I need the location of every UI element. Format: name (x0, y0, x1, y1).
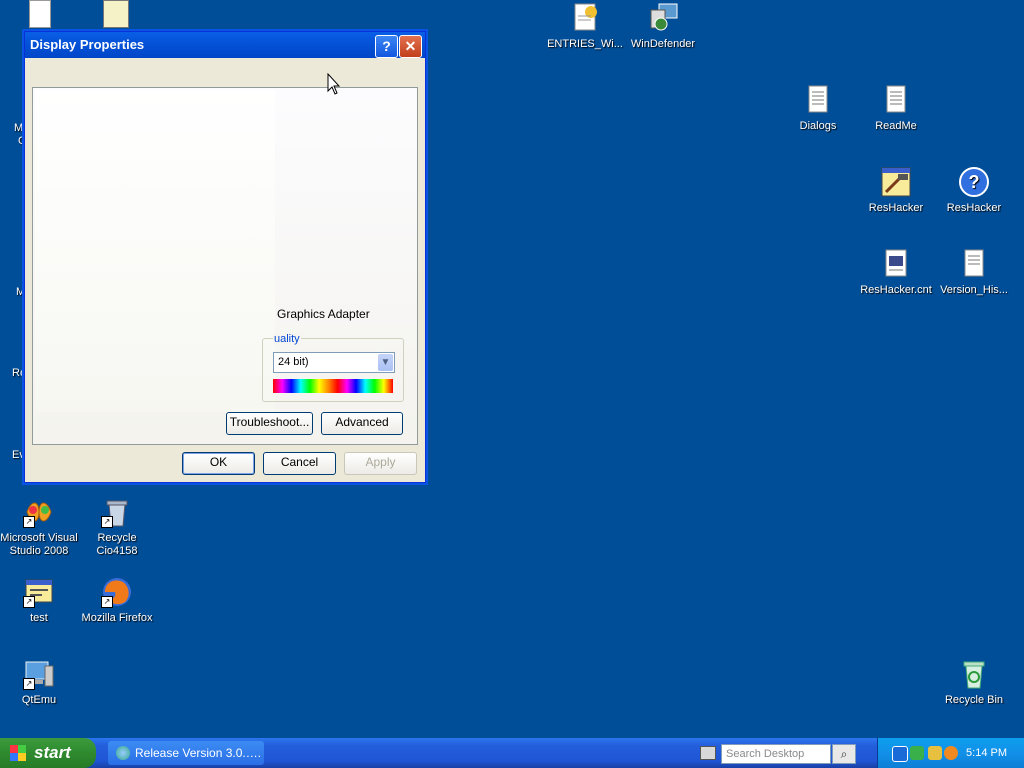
clock[interactable]: 5:14 PM (966, 738, 1007, 768)
help-button[interactable]: ? (375, 35, 398, 58)
shortcut-arrow-icon: ↗ (23, 516, 35, 528)
start-button[interactable]: start (0, 738, 96, 768)
troubleshoot-button[interactable]: Troubleshoot... (226, 412, 313, 435)
desktop-icon-label: Recycle Bin (944, 694, 1004, 706)
desktop-icon-firefox[interactable]: ↗ Mozilla Firefox (77, 576, 157, 625)
desktop-edge-text: Ev (12, 449, 25, 461)
desktop-icon-version-history[interactable]: Version_His... (934, 248, 1014, 297)
desktop-icon-label: test (30, 612, 48, 624)
taskbar: start Release Version 3.0.…. Search Desk… (0, 738, 1024, 768)
desktop-icon-partial[interactable] (0, 0, 80, 30)
svg-text:?: ? (969, 172, 980, 192)
apply-button[interactable]: Apply (344, 452, 417, 475)
dialog-title: Display Properties (30, 37, 145, 52)
desktop-icon-reshacker-help[interactable]: ? ResHacker (934, 166, 1014, 215)
desktop-icon-reshacker[interactable]: ResHacker (856, 166, 936, 215)
desktop-icon-visual-studio[interactable]: ↗ Microsoft Visual Studio 2008 (0, 496, 79, 558)
start-label: start (34, 743, 71, 762)
advanced-button[interactable]: Advanced (321, 412, 403, 435)
desktop-edge-text: M (14, 122, 24, 134)
app-icon (116, 746, 130, 760)
exe-file-icon: ↗ (23, 576, 55, 608)
taskbar-window-button[interactable]: Release Version 3.0.…. (108, 741, 264, 765)
shortcut-arrow-icon: ↗ (23, 678, 35, 690)
desktop-icon-dialogs[interactable]: Dialogs (778, 84, 858, 133)
system-tray: 5:14 PM (877, 738, 1024, 768)
magnifier-tray-icon[interactable] (944, 746, 958, 760)
windefender-icon (647, 2, 679, 34)
monitor-preview-area (35, 90, 275, 412)
help-file-icon: ? (958, 166, 990, 198)
display-device-label: Graphics Adapter (277, 307, 370, 321)
cancel-button[interactable]: Cancel (263, 452, 336, 475)
desktop-icon-label: ResHacker (946, 202, 1002, 214)
desktop-icon-windefender[interactable]: WinDefender (623, 2, 703, 51)
shortcut-arrow-icon: ↗ (23, 596, 35, 608)
network-tray-icon[interactable] (910, 746, 924, 760)
color-quality-group: uality 24 bit) ▼ (262, 333, 404, 402)
help-icon: ? (382, 38, 391, 54)
display-properties-dialog[interactable]: Display Properties ? ✕ Graphics Adapter … (24, 31, 426, 483)
chart-document-icon (103, 0, 129, 28)
desktop-icon-label: QtEmu (21, 694, 57, 706)
text-document-icon (880, 84, 912, 116)
mouse-cursor-icon (327, 73, 341, 95)
color-quality-value: 24 bit) (278, 356, 309, 368)
firefox-icon: ↗ (101, 576, 133, 608)
desktop-icon-recycle-bin[interactable]: Recycle Bin (934, 658, 1014, 707)
text-document-icon (958, 248, 990, 280)
desktop-icon-label: Dialogs (799, 120, 837, 132)
ok-button[interactable]: OK (182, 452, 255, 475)
color-quality-select[interactable]: 24 bit) ▼ (273, 352, 395, 373)
dialog-titlebar[interactable]: Display Properties ? ✕ (25, 32, 425, 58)
keyboard-icon[interactable] (700, 746, 716, 760)
color-quality-legend: uality (273, 333, 301, 345)
settings-tab-panel: Graphics Adapter uality 24 bit) ▼ Troubl… (32, 87, 418, 445)
reshacker-app-icon (880, 166, 912, 198)
desktop-icon-test[interactable]: ↗ test (0, 576, 79, 625)
visual-studio-icon: ↗ (23, 496, 55, 528)
desktop-icon-label: ResHacker (868, 202, 924, 214)
desktop-icon-recycle-cio[interactable]: ↗ Recycle Cio4158 (77, 496, 157, 558)
taskbar-window-label: Release Version 3.0.…. (135, 746, 262, 760)
chevron-down-icon[interactable]: ▼ (378, 354, 393, 371)
desktop-icon-label: ReadMe (875, 120, 917, 132)
desktop-icon-reshacker-cnt[interactable]: ResHacker.cnt (856, 248, 936, 297)
desktop-icon-entries[interactable]: ENTRIES_Wi... (545, 2, 625, 51)
desktop-icon-label: ENTRIES_Wi... (547, 38, 623, 50)
search-icon: ⌕ (840, 747, 848, 761)
desktop-icon-label: Mozilla Firefox (81, 612, 153, 624)
desktop-icon-label: ResHacker.cnt (860, 284, 932, 296)
color-spectrum-bar (273, 379, 393, 393)
search-tray-icon[interactable] (892, 746, 908, 762)
desktop-icon-readme[interactable]: ReadMe (856, 84, 936, 133)
shortcut-arrow-icon: ↗ (101, 596, 113, 608)
text-document-icon (29, 0, 51, 28)
recycle-bin-icon (958, 658, 990, 690)
close-icon: ✕ (404, 38, 417, 54)
desktop-icon-label: Recycle Cio4158 (96, 532, 138, 557)
desktop-icon-partial[interactable] (76, 0, 156, 30)
text-document-icon (802, 84, 834, 116)
search-input[interactable]: Search Desktop (721, 744, 831, 764)
security-tray-icon[interactable] (928, 746, 942, 760)
desktop-icon-label: Version_His... (940, 284, 1008, 296)
desktop-icon-label: WinDefender (630, 38, 696, 50)
close-button[interactable]: ✕ (399, 35, 422, 58)
windows-flag-icon (10, 745, 26, 761)
notepad-doc-icon (569, 2, 601, 34)
recycle-bin-icon: ↗ (101, 496, 133, 528)
search-button[interactable]: ⌕ (832, 744, 856, 764)
desktop-icon-label: Microsoft Visual Studio 2008 (0, 532, 78, 557)
qtemu-icon: ↗ (23, 658, 55, 690)
shortcut-arrow-icon: ↗ (101, 516, 113, 528)
cnt-file-icon (880, 248, 912, 280)
desktop-icon-qtemu[interactable]: ↗ QtEmu (0, 658, 79, 707)
